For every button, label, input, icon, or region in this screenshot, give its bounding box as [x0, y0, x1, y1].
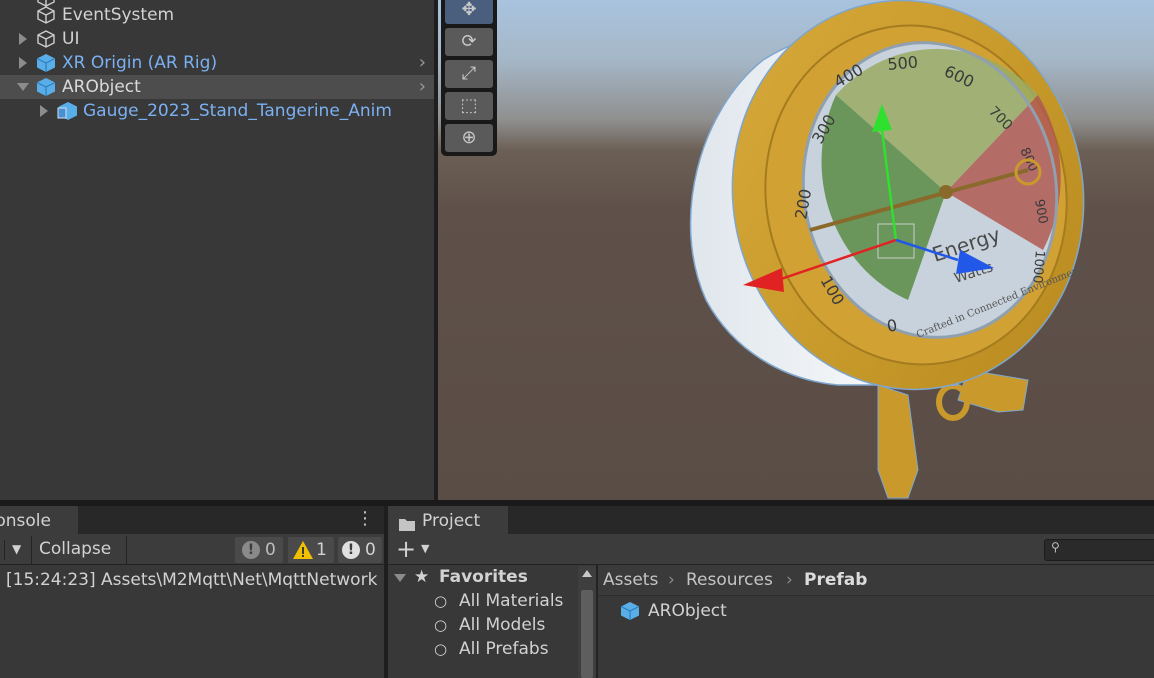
breadcrumb — [598, 565, 1154, 596]
more-options-icon[interactable]: ⋮ — [356, 508, 374, 529]
move-tool-button[interactable]: ✥ — [445, 0, 493, 24]
scale-icon: ⤢ — [461, 63, 477, 84]
warning-toggle[interactable]: 1 — [288, 537, 334, 563]
message-count: 0 — [365, 540, 376, 560]
scrollbar-thumb[interactable] — [581, 590, 593, 678]
scroll-up-icon[interactable] — [582, 570, 592, 577]
move-icon: ✥ — [461, 0, 477, 20]
search-filter-icon: ○ — [434, 592, 448, 610]
breadcrumb-item[interactable]: Resources — [686, 568, 773, 592]
scene-view[interactable]: 0 100 200 300 400 500 600 700 800 900 10… — [438, 0, 1154, 500]
hierarchy-item-label: UI — [62, 29, 80, 49]
rect-icon: ⬚ — [460, 95, 478, 116]
breadcrumb-separator-icon: › — [668, 570, 675, 590]
console-log-entry[interactable]: [15:24:23] Assets\M2Mqtt\Net\MqttNetwork — [6, 568, 377, 592]
hierarchy-item-ui[interactable]: UI — [0, 27, 434, 51]
chevron-right-icon[interactable]: › — [419, 51, 426, 75]
add-icon[interactable]: + — [396, 536, 416, 562]
favorites-scrollbar[interactable] — [578, 566, 596, 678]
favorite-item[interactable]: All Materials — [459, 589, 563, 613]
tab-console-label: Console — [0, 511, 51, 531]
error-icon: ! — [242, 541, 260, 559]
rotate-tool-button[interactable]: ⟳ — [445, 28, 493, 56]
rotate-icon: ⟳ — [461, 31, 477, 52]
tab-project[interactable]: Project — [388, 506, 508, 534]
warning-count: 1 — [316, 540, 327, 560]
search-input[interactable]: ⚲ — [1044, 539, 1154, 561]
project-toolbar — [388, 534, 1154, 565]
hierarchy-item-label: EventSystem — [62, 5, 175, 25]
tab-console[interactable]: Console — [0, 506, 78, 534]
expand-arrow-icon[interactable] — [40, 105, 48, 117]
transform-icon: ⊕ — [461, 127, 477, 148]
warning-icon — [292, 540, 314, 568]
expand-arrow-icon[interactable] — [19, 57, 27, 69]
search-filter-icon: ○ — [434, 640, 448, 658]
scale-tool-button[interactable]: ⤢ — [445, 60, 493, 88]
breadcrumb-separator-icon: › — [786, 570, 793, 590]
favorites-tree: ★ Favorites ○ All Materials ○ All Models… — [388, 565, 596, 678]
transform-tool-button[interactable]: ⊕ — [445, 124, 493, 152]
prefab-icon — [620, 601, 640, 625]
chevron-down-icon[interactable]: ▼ — [421, 536, 429, 562]
chevron-right-icon[interactable]: › — [419, 75, 426, 99]
favorites-title[interactable]: Favorites — [439, 565, 528, 589]
star-icon: ★ — [414, 567, 430, 587]
project-panel: Project + ▼ ⚲ ★ Favorites ○ All Material… — [388, 506, 1154, 678]
scene-tools-overlay: ✥ ⟳ ⤢ ⬚ ⊕ — [441, 0, 497, 156]
search-icon: ⚲ — [1051, 540, 1060, 554]
hierarchy-item-label: XR Origin (AR Rig) — [62, 53, 218, 73]
dropdown-arrow-icon[interactable]: ▼ — [12, 536, 21, 562]
console-panel: Console ⋮ ▼ Collapse ! 0 1 ! 0 [15:24:23… — [0, 506, 384, 678]
error-toggle[interactable]: ! 0 — [235, 537, 283, 563]
project-tab-bar: Project — [388, 506, 1154, 534]
breadcrumb-item[interactable]: Assets — [603, 568, 658, 592]
info-icon: ! — [342, 541, 360, 559]
favorite-item[interactable]: All Models — [459, 613, 545, 637]
collapse-arrow-icon[interactable] — [17, 83, 29, 91]
gauge-tick: 500 — [887, 52, 919, 74]
breadcrumb-current: Prefab — [804, 570, 868, 590]
collapse-arrow-icon[interactable] — [394, 574, 406, 582]
favorite-item[interactable]: All Prefabs — [459, 637, 549, 661]
hierarchy-item-xr-origin[interactable]: XR Origin (AR Rig) › — [0, 51, 434, 75]
hierarchy-item-gauge[interactable]: Gauge_2023_Stand_Tangerine_Anim — [0, 99, 434, 123]
collapse-button[interactable]: Collapse — [39, 536, 111, 562]
error-count: 0 — [265, 540, 276, 560]
tab-project-label: Project — [422, 511, 481, 531]
prefab-model-icon — [57, 101, 79, 128]
hierarchy-item-eventsystem[interactable]: EventSystem — [0, 3, 434, 27]
message-toggle[interactable]: ! 0 — [338, 537, 382, 563]
asset-label: ARObject — [648, 601, 727, 621]
hierarchy-item-arobject[interactable]: ARObject › — [0, 75, 434, 99]
rect-tool-button[interactable]: ⬚ — [445, 92, 493, 120]
search-filter-icon: ○ — [434, 616, 448, 634]
hierarchy-panel: EventSystem UI XR Origin (AR Rig) › AROb… — [0, 0, 434, 500]
hierarchy-item-label: Gauge_2023_Stand_Tangerine_Anim — [83, 101, 392, 121]
console-tab-bar: Console ⋮ — [0, 506, 384, 534]
hierarchy-item-label: ARObject — [62, 77, 141, 97]
expand-arrow-icon[interactable] — [19, 33, 27, 45]
gauge-model: 0 100 200 300 400 500 600 700 800 900 10… — [689, 0, 1089, 499]
